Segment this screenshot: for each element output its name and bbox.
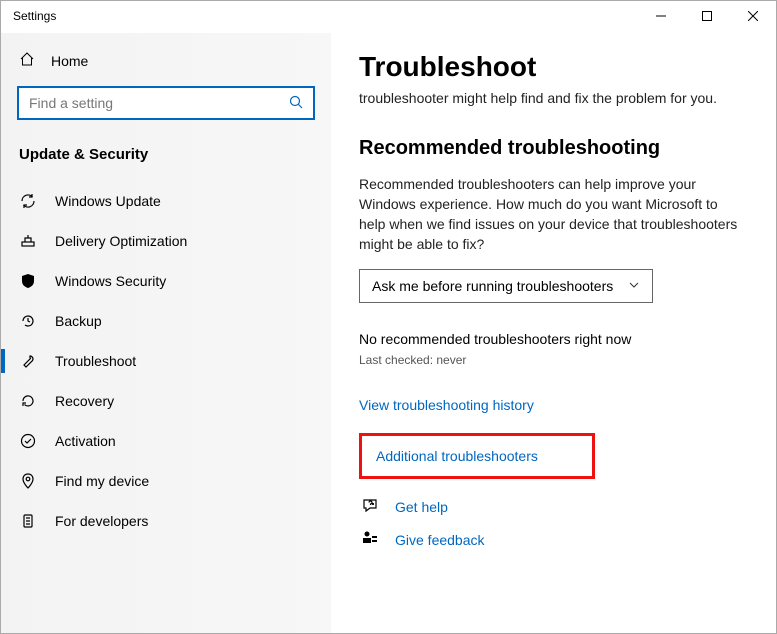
- no-recommended-text: No recommended troubleshooters right now: [359, 331, 746, 347]
- search-icon: [289, 95, 303, 112]
- get-help-icon: [361, 497, 379, 518]
- page-title: Troubleshoot: [359, 51, 746, 83]
- history-link[interactable]: View troubleshooting history: [359, 397, 746, 413]
- sidebar-item-activation[interactable]: Activation: [1, 421, 331, 461]
- feedback-icon: [361, 530, 379, 551]
- sidebar-item-label: Windows Update: [55, 193, 161, 209]
- give-feedback-link[interactable]: Give feedback: [395, 532, 485, 548]
- sidebar-item-for-developers[interactable]: For developers: [1, 501, 331, 541]
- get-help-link[interactable]: Get help: [395, 499, 448, 515]
- window-title: Settings: [1, 1, 638, 31]
- sidebar-item-backup[interactable]: Backup: [1, 301, 331, 341]
- sidebar-item-label: Backup: [55, 313, 102, 329]
- sidebar-item-delivery-optimization[interactable]: Delivery Optimization: [1, 221, 331, 261]
- sidebar-item-recovery[interactable]: Recovery: [1, 381, 331, 421]
- close-button[interactable]: [730, 1, 776, 31]
- backup-icon: [19, 313, 37, 329]
- recommended-heading: Recommended troubleshooting: [359, 137, 746, 160]
- search-input-wrap[interactable]: [17, 86, 315, 120]
- delivery-icon: [19, 233, 37, 249]
- sidebar-item-windows-update[interactable]: Windows Update: [1, 181, 331, 221]
- dropdown-value: Ask me before running troubleshooters: [372, 278, 613, 294]
- intro-text: troubleshooter might help find and fix t…: [359, 89, 746, 109]
- sidebar-item-windows-security[interactable]: Windows Security: [1, 261, 331, 301]
- recovery-icon: [19, 393, 37, 409]
- titlebar: Settings: [1, 1, 776, 33]
- sidebar-item-label: Windows Security: [55, 273, 166, 289]
- content-pane: Troubleshoot troubleshooter might help f…: [331, 33, 776, 633]
- search-input[interactable]: [29, 95, 289, 111]
- sidebar-item-label: Find my device: [55, 473, 149, 489]
- sidebar-item-label: Activation: [55, 433, 116, 449]
- sidebar-item-label: For developers: [55, 513, 148, 529]
- additional-troubleshooters-link[interactable]: Additional troubleshooters: [376, 448, 578, 464]
- recommended-paragraph: Recommended troubleshooters can help imp…: [359, 174, 746, 255]
- sidebar-item-find-my-device[interactable]: Find my device: [1, 461, 331, 501]
- sidebar-item-label: Delivery Optimization: [55, 233, 187, 249]
- sidebar-item-label: Recovery: [55, 393, 114, 409]
- last-checked-text: Last checked: never: [359, 353, 746, 367]
- home-nav[interactable]: Home: [1, 41, 331, 80]
- location-icon: [19, 473, 37, 489]
- minimize-button[interactable]: [638, 1, 684, 31]
- recommended-dropdown[interactable]: Ask me before running troubleshooters: [359, 269, 653, 303]
- developers-icon: [19, 513, 37, 529]
- sync-icon: [19, 193, 37, 209]
- home-icon: [19, 51, 35, 70]
- shield-icon: [19, 273, 37, 289]
- maximize-button[interactable]: [684, 1, 730, 31]
- wrench-icon: [19, 353, 37, 369]
- additional-troubleshooters-highlight: Additional troubleshooters: [359, 433, 595, 479]
- sidebar-section-heading: Update & Security: [1, 132, 331, 173]
- check-circle-icon: [19, 433, 37, 449]
- home-label: Home: [51, 53, 88, 69]
- sidebar-item-troubleshoot[interactable]: Troubleshoot: [1, 341, 331, 381]
- chevron-down-icon: [628, 278, 640, 294]
- sidebar-item-label: Troubleshoot: [55, 353, 136, 369]
- sidebar: Home Update & Security Windows Update: [1, 33, 331, 633]
